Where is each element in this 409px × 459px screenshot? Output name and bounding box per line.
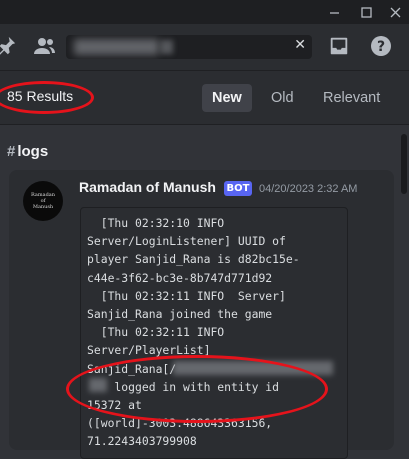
search-result-message[interactable]: Ramadan of Manush Ramadan of Manush BOT … [9,170,394,459]
bot-badge: BOT [224,181,252,196]
inbox-icon[interactable] [327,34,351,58]
maximize-icon[interactable] [351,0,381,24]
title-bar [0,0,409,24]
channel-name[interactable]: # logs [7,143,48,160]
redacted-search-text-2 [161,40,173,54]
code-block: [Thu 02:32:10 INFO Server/LoginListener]… [80,207,348,459]
results-count: 85 Results [7,88,74,104]
redacted-player-ip-2 [89,378,107,392]
tab-sort-new[interactable]: New [202,84,252,112]
search-results-header: 85 Results New Old Relevant [0,71,409,125]
redacted-search-text [74,39,159,55]
scrollbar-thumb[interactable] [401,134,407,194]
minimize-icon[interactable] [319,0,349,24]
message-timestamp: 04/20/2023 2:32 AM [259,183,358,195]
channel-hash-icon: # [7,143,16,160]
redacted-player-ip [173,361,333,375]
channel-label: logs [17,143,49,160]
results-scrollbar[interactable] [401,124,407,439]
clear-search-icon[interactable]: ✕ [294,37,306,53]
members-icon[interactable] [32,34,56,58]
svg-text:?: ? [377,39,385,55]
help-icon[interactable]: ? [369,34,393,58]
search-input[interactable]: ✕ [66,35,312,59]
avatar-text-line: Manush [32,204,54,210]
code-text: [Thu 02:32:10 INFO Server/LoginListener]… [87,216,300,449]
channel-toolbar: ✕ ? [0,24,409,71]
tab-sort-relevant[interactable]: Relevant [313,84,390,112]
message-author[interactable]: Ramadan of Manush [79,179,216,195]
close-icon[interactable] [380,0,409,24]
pin-icon[interactable] [0,34,18,58]
avatar[interactable]: Ramadan of Manush [23,181,63,221]
tab-sort-old[interactable]: Old [261,84,304,112]
